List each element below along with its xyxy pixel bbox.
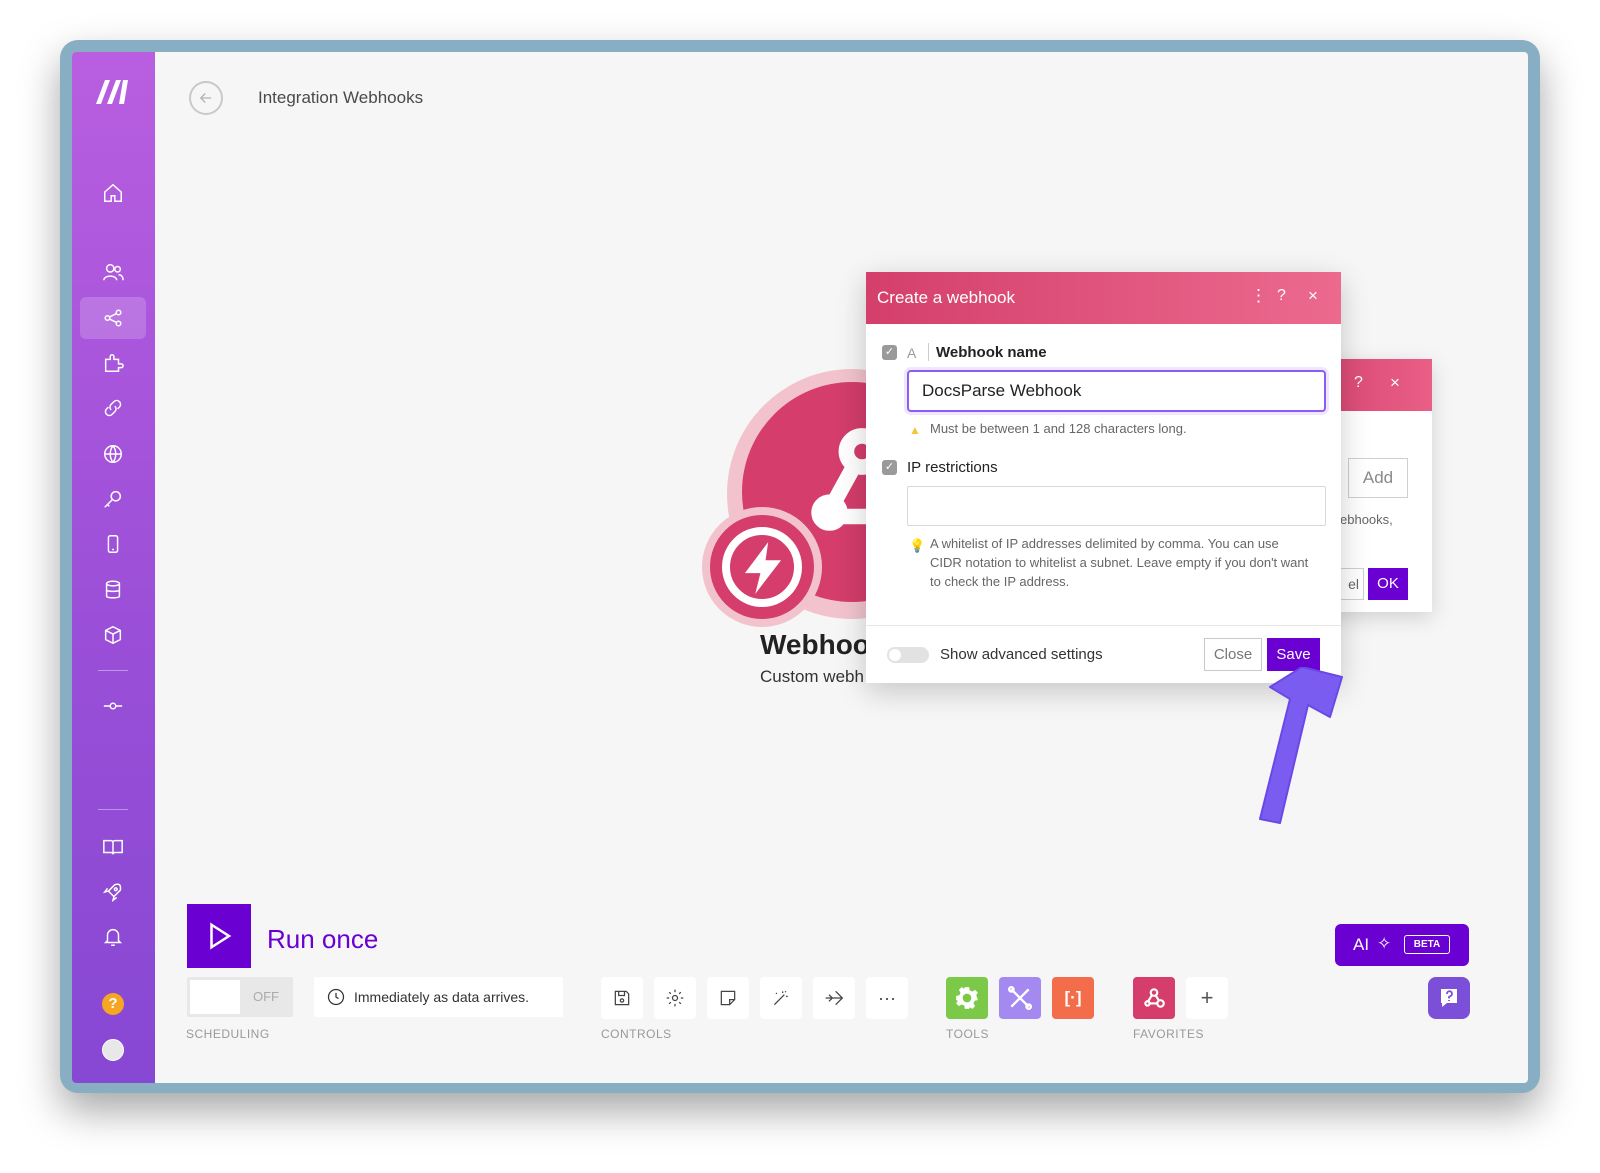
- create-webhook-dialog: Create a webhook ⋮ ? × ✓ A Webhook name …: [866, 272, 1341, 683]
- instant-trigger-badge: [702, 507, 822, 627]
- more-controls-icon[interactable]: ···: [866, 977, 908, 1019]
- webhook-name-checkbox[interactable]: ✓: [882, 345, 897, 360]
- data-structures-icon[interactable]: [92, 614, 134, 656]
- chat-icon: [1441, 989, 1457, 1007]
- ip-restrictions-checkbox[interactable]: ✓: [882, 460, 897, 475]
- dialog-footer-divider: [866, 625, 1341, 626]
- data-stores-icon[interactable]: [92, 569, 134, 611]
- text-type-icon: A: [907, 345, 917, 361]
- webhook-name-hint: Must be between 1 and 128 characters lon…: [930, 421, 1187, 436]
- favorites-section-label: FAVORITES: [1133, 1027, 1204, 1041]
- dialog-title: Create a webhook: [877, 288, 1015, 307]
- pointer-arrow-icon: [1259, 667, 1343, 824]
- add-favorite-button[interactable]: +: [1186, 977, 1228, 1019]
- save-icon[interactable]: [601, 977, 643, 1019]
- notes-icon[interactable]: [707, 977, 749, 1019]
- advanced-settings-label: Show advanced settings: [940, 646, 1103, 663]
- clock-icon: [326, 987, 346, 1007]
- keys-icon[interactable]: [92, 478, 134, 520]
- controls-section-label: CONTROLS: [601, 1027, 672, 1041]
- background-dialog-close-icon[interactable]: ×: [1390, 373, 1400, 393]
- scheduling-section-label: SCHEDULING: [186, 1027, 270, 1041]
- home-icon[interactable]: [92, 172, 134, 214]
- connections-icon[interactable]: [92, 387, 134, 429]
- help-icon[interactable]: ?: [102, 993, 124, 1015]
- apps-icon[interactable]: [92, 342, 134, 384]
- scenarios-icon[interactable]: [80, 297, 146, 339]
- scheduling-toggle[interactable]: OFF: [187, 977, 293, 1017]
- sidebar-divider-bottom: [98, 809, 128, 810]
- type-separator: [928, 343, 929, 361]
- play-icon: [210, 922, 232, 950]
- notifications-icon[interactable]: [92, 916, 134, 958]
- custom-functions-icon[interactable]: [92, 685, 134, 727]
- schedule-setting[interactable]: Immediately as data arrives.: [314, 977, 563, 1017]
- warning-icon: ▲: [909, 423, 921, 437]
- beta-badge: BETA: [1404, 935, 1450, 954]
- module-subtitle: Custom webh: [760, 667, 864, 686]
- chat-support-button[interactable]: [1428, 977, 1470, 1019]
- ip-hint-line-1: A whitelist of IP addresses delimited by…: [930, 536, 1279, 551]
- page-title: Integration Webhooks: [258, 88, 424, 107]
- schedule-text: Immediately as data arrives.: [354, 989, 530, 1005]
- ai-label: AI: [1353, 935, 1370, 954]
- run-once-label[interactable]: Run once: [267, 924, 378, 955]
- lightbulb-icon: 💡: [909, 538, 926, 553]
- ip-hint-line-3: to check the IP address.: [930, 574, 1070, 589]
- close-icon[interactable]: ×: [1308, 286, 1318, 306]
- dialog-header: Create a webhook ⋮ ? ×: [866, 272, 1341, 324]
- ok-button[interactable]: OK: [1368, 568, 1408, 600]
- flow-control-gear-icon[interactable]: [946, 977, 988, 1019]
- tools-icon[interactable]: [999, 977, 1041, 1019]
- background-dialog-help-icon[interactable]: ?: [1354, 374, 1363, 392]
- module-name: Webhoo: [760, 629, 870, 660]
- advanced-settings-toggle[interactable]: [887, 647, 929, 663]
- team-icon[interactable]: [92, 251, 134, 293]
- explain-flow-airplane-icon[interactable]: [813, 977, 855, 1019]
- resources-icon[interactable]: [92, 871, 134, 913]
- devices-icon[interactable]: [92, 523, 134, 565]
- webhook-name-input[interactable]: DocsParse Webhook: [907, 370, 1326, 412]
- ai-assistant-button[interactable]: AI ✧ BETA: [1335, 924, 1469, 966]
- run-once-button[interactable]: [187, 904, 251, 968]
- ip-restrictions-label: IP restrictions: [907, 459, 998, 476]
- webhook-name-label: Webhook name: [936, 344, 1047, 361]
- settings-gear-icon[interactable]: [654, 977, 696, 1019]
- webhooks-icon[interactable]: [92, 433, 134, 475]
- ip-restrictions-input[interactable]: [907, 486, 1326, 526]
- ip-hint-line-2: CIDR notation to whitelist a subnet. Lea…: [930, 555, 1309, 570]
- make-logo[interactable]: [92, 76, 134, 108]
- lightning-icon: [744, 542, 782, 594]
- sidebar: ?: [72, 52, 155, 1083]
- sidebar-divider: [98, 670, 128, 671]
- back-button[interactable]: [189, 81, 223, 115]
- webhook-favorite-icon[interactable]: [1133, 977, 1175, 1019]
- arrow-left-icon: [199, 93, 212, 103]
- more-options-icon[interactable]: ⋮: [1250, 286, 1267, 306]
- app-window: ? Integration Webhooks Webhoo Custom web…: [72, 52, 1528, 1083]
- sparkle-icon: ✧: [1377, 934, 1392, 953]
- auto-align-wand-icon[interactable]: [760, 977, 802, 1019]
- add-button[interactable]: Add: [1348, 458, 1408, 498]
- text-parser-icon[interactable]: [·]: [1052, 977, 1094, 1019]
- help-icon[interactable]: ?: [1277, 287, 1286, 305]
- background-dialog-text: ebhooks,: [1340, 512, 1393, 527]
- scheduling-state: OFF: [253, 989, 279, 1004]
- profile-avatar[interactable]: [102, 1039, 124, 1061]
- tools-section-label: TOOLS: [946, 1027, 989, 1041]
- cancel-button[interactable]: el: [1338, 568, 1364, 600]
- docs-icon[interactable]: [92, 826, 134, 868]
